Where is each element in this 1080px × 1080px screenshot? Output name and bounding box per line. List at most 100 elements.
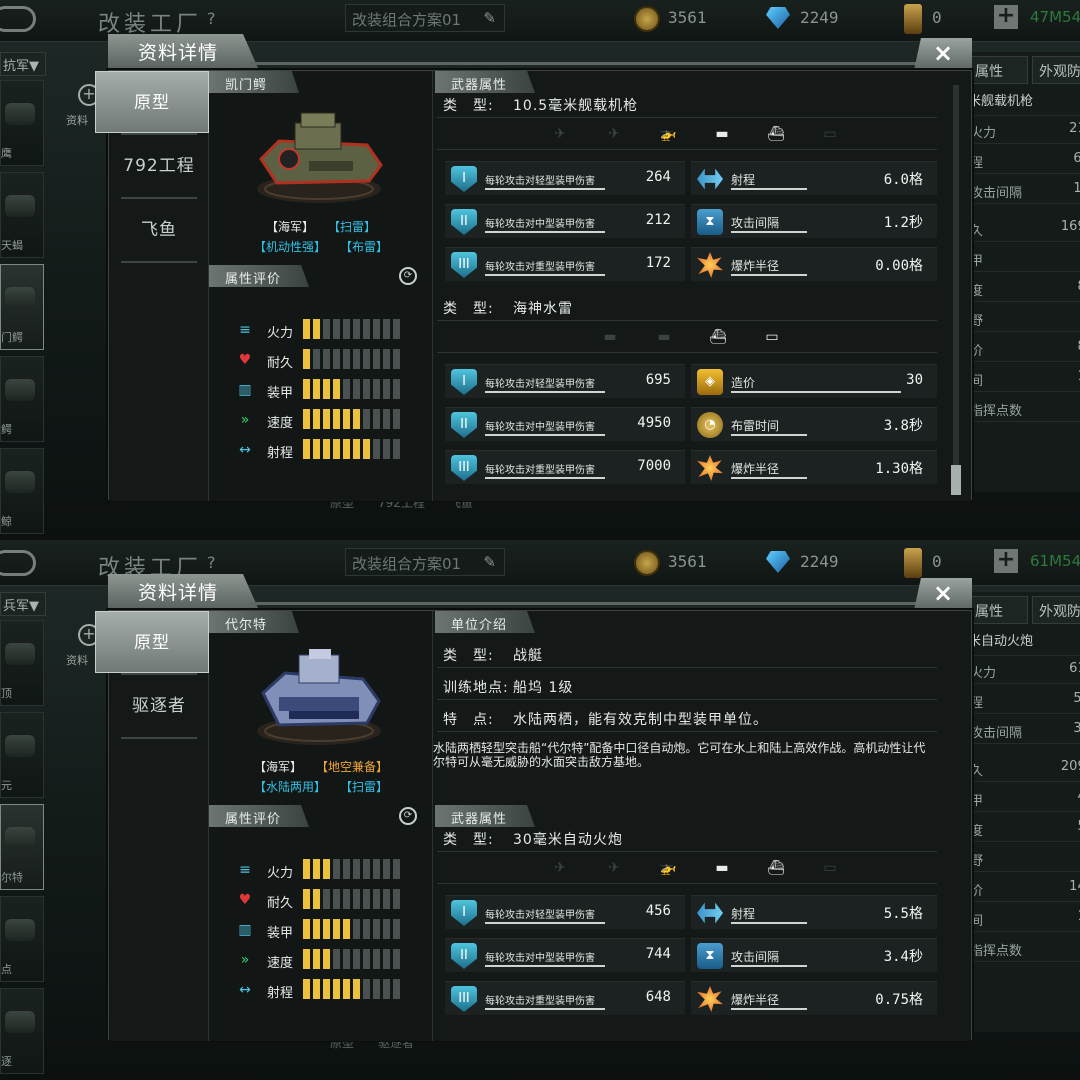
unit-list-item[interactable]: 顶 bbox=[0, 620, 44, 706]
unit-detail-panel: 原型 驱逐者 代尔特 【海军】 【地空兼备】 【水陆两用】 【扫雷】 属性评价 ⟳ ≡ 火力 ♥ 耐久 ▥… bbox=[95, 610, 972, 1041]
stat-underline bbox=[485, 434, 605, 436]
unit-list-item[interactable]: 尔特 bbox=[0, 804, 44, 890]
rating-segment bbox=[383, 979, 390, 999]
rating-segment bbox=[363, 409, 370, 429]
rating-segment bbox=[383, 349, 390, 369]
stat-underline bbox=[731, 1008, 807, 1010]
divider bbox=[437, 352, 937, 353]
rating-segment bbox=[313, 319, 320, 339]
unit-list-item[interactable]: 天蝎 bbox=[0, 172, 44, 258]
unit-list-item[interactable]: 门鳄 bbox=[0, 264, 44, 350]
rating-label: 耐久 bbox=[267, 896, 294, 911]
rating-segment bbox=[333, 919, 340, 939]
weapon-type-value: 30毫米自动火炮 bbox=[513, 832, 623, 848]
rating-segment bbox=[323, 979, 330, 999]
stat-label: 每轮攻击对重型装甲伤害 bbox=[485, 262, 595, 273]
add-currency-button[interactable]: + bbox=[994, 5, 1018, 29]
stat-underline bbox=[485, 188, 605, 190]
tab-variant[interactable]: 792工程 bbox=[109, 135, 209, 197]
stat-label: 射程 bbox=[731, 907, 756, 921]
side-stat-row: 甲42 bbox=[968, 786, 1080, 812]
stat-value: 264 bbox=[645, 169, 671, 185]
rating-segment bbox=[383, 379, 390, 399]
tab-variant[interactable]: 原型 bbox=[95, 611, 209, 673]
refresh-icon[interactable]: ⟳ bbox=[399, 807, 417, 825]
tab-variant[interactable]: 飞鱼 bbox=[109, 199, 209, 261]
edit-icon[interactable]: ✎ bbox=[483, 553, 496, 571]
divider bbox=[437, 883, 937, 884]
weapon-header: 武器属性 bbox=[435, 805, 535, 827]
intro-value: 水陆两栖，能有效克制中型装甲单位。 bbox=[513, 712, 768, 728]
unit-list-item[interactable]: 鳄 bbox=[0, 356, 44, 442]
damage-stat-row: II 每轮攻击对中型装甲伤害 4950 bbox=[445, 407, 685, 441]
rating-segment bbox=[343, 349, 350, 369]
side-stat-value: 3.4 bbox=[1073, 721, 1080, 736]
unit-thumb-icon bbox=[5, 379, 35, 401]
rating-segment bbox=[333, 409, 340, 429]
coin-count: 3561 bbox=[668, 552, 707, 571]
tab-attributes[interactable]: 属性 bbox=[968, 56, 1028, 84]
tab-variant[interactable]: 原型 bbox=[95, 71, 209, 133]
rating-row: » 速度 bbox=[229, 949, 419, 971]
tab-attributes[interactable]: 属性 bbox=[968, 596, 1028, 624]
title-line bbox=[250, 602, 970, 605]
rating-row: ♥ 耐久 bbox=[229, 889, 419, 911]
stat-underline bbox=[485, 274, 605, 276]
damage-stat-row: I 每轮攻击对轻型装甲伤害 264 bbox=[445, 161, 685, 195]
page-title: 改装工厂 bbox=[98, 12, 203, 37]
unit-list-item[interactable]: 逐 bbox=[0, 988, 44, 1074]
side-stat-row: 价140 bbox=[968, 876, 1080, 902]
unit-list-item[interactable]: 元 bbox=[0, 712, 44, 798]
stat-label: 每轮攻击对轻型装甲伤害 bbox=[485, 910, 595, 921]
attribute-stat-row: ◔ 布雷时间 3.8秒 bbox=[691, 407, 937, 441]
rating-segment bbox=[323, 349, 330, 369]
unit-list-item[interactable]: 鲸 bbox=[0, 448, 44, 534]
rating-segment bbox=[343, 409, 350, 429]
unit-image bbox=[249, 641, 389, 751]
back-button[interactable] bbox=[0, 550, 36, 576]
rating-segment bbox=[373, 439, 380, 459]
stat-underline bbox=[731, 391, 901, 393]
side-stat-row: 甲3 bbox=[968, 246, 1080, 272]
close-button[interactable]: × bbox=[914, 578, 972, 610]
stat-value: 7000 bbox=[637, 458, 671, 474]
attribute-stat-row: 射程 5.5格 bbox=[691, 895, 937, 929]
add-currency-button[interactable]: + bbox=[994, 549, 1018, 573]
attribute-stat-row: 爆炸半径 0.75格 bbox=[691, 981, 937, 1015]
scrollbar-thumb[interactable] bbox=[951, 465, 961, 495]
edit-icon[interactable]: ✎ bbox=[483, 9, 496, 27]
rating-segment bbox=[303, 379, 310, 399]
unit-list: 鹰天蝎 门鳄鳄鲸 bbox=[0, 80, 46, 540]
plan-select[interactable]: 改装组合方案01 ✎ bbox=[345, 548, 505, 576]
side-stat-row: 度85 bbox=[968, 276, 1080, 302]
rating-segment bbox=[343, 859, 350, 879]
help-button[interactable]: ? bbox=[207, 9, 216, 28]
faction-filter[interactable]: 抗军▼ bbox=[0, 52, 46, 76]
tab-appearance[interactable]: 外观防 bbox=[1032, 56, 1080, 84]
target-aircraft-icon: ✈ bbox=[554, 126, 566, 142]
target-plane-icon: ✈ bbox=[608, 860, 620, 876]
divider bbox=[437, 851, 937, 852]
stat-value: 695 bbox=[645, 372, 671, 388]
unit-list-item[interactable]: 点 bbox=[0, 896, 44, 982]
faction-filter[interactable]: 兵军▼ bbox=[0, 592, 46, 616]
scrollbar[interactable] bbox=[951, 85, 961, 495]
rating-label: 装甲 bbox=[267, 926, 294, 941]
variant-tabs: 原型 792工程 飞鱼 bbox=[95, 71, 209, 501]
rating-segment bbox=[353, 859, 360, 879]
refresh-icon[interactable]: ⟳ bbox=[399, 267, 417, 285]
unit-thumb-icon bbox=[5, 919, 35, 941]
unit-list-item[interactable]: 鹰 bbox=[0, 80, 44, 166]
help-button[interactable]: ? bbox=[207, 553, 216, 572]
rating-label: 火力 bbox=[267, 326, 294, 341]
rating-segment bbox=[313, 889, 320, 909]
range-icon: ↔ bbox=[239, 982, 251, 998]
tab-variant[interactable]: 驱逐者 bbox=[109, 675, 209, 737]
close-button[interactable]: × bbox=[914, 38, 972, 70]
plan-select[interactable]: 改装组合方案01 ✎ bbox=[345, 4, 505, 32]
back-button[interactable] bbox=[0, 6, 36, 32]
blast-icon bbox=[697, 986, 723, 1012]
range-icon: ↔ bbox=[239, 442, 251, 458]
coin-icon bbox=[634, 6, 660, 32]
tab-appearance[interactable]: 外观防 bbox=[1032, 596, 1080, 624]
